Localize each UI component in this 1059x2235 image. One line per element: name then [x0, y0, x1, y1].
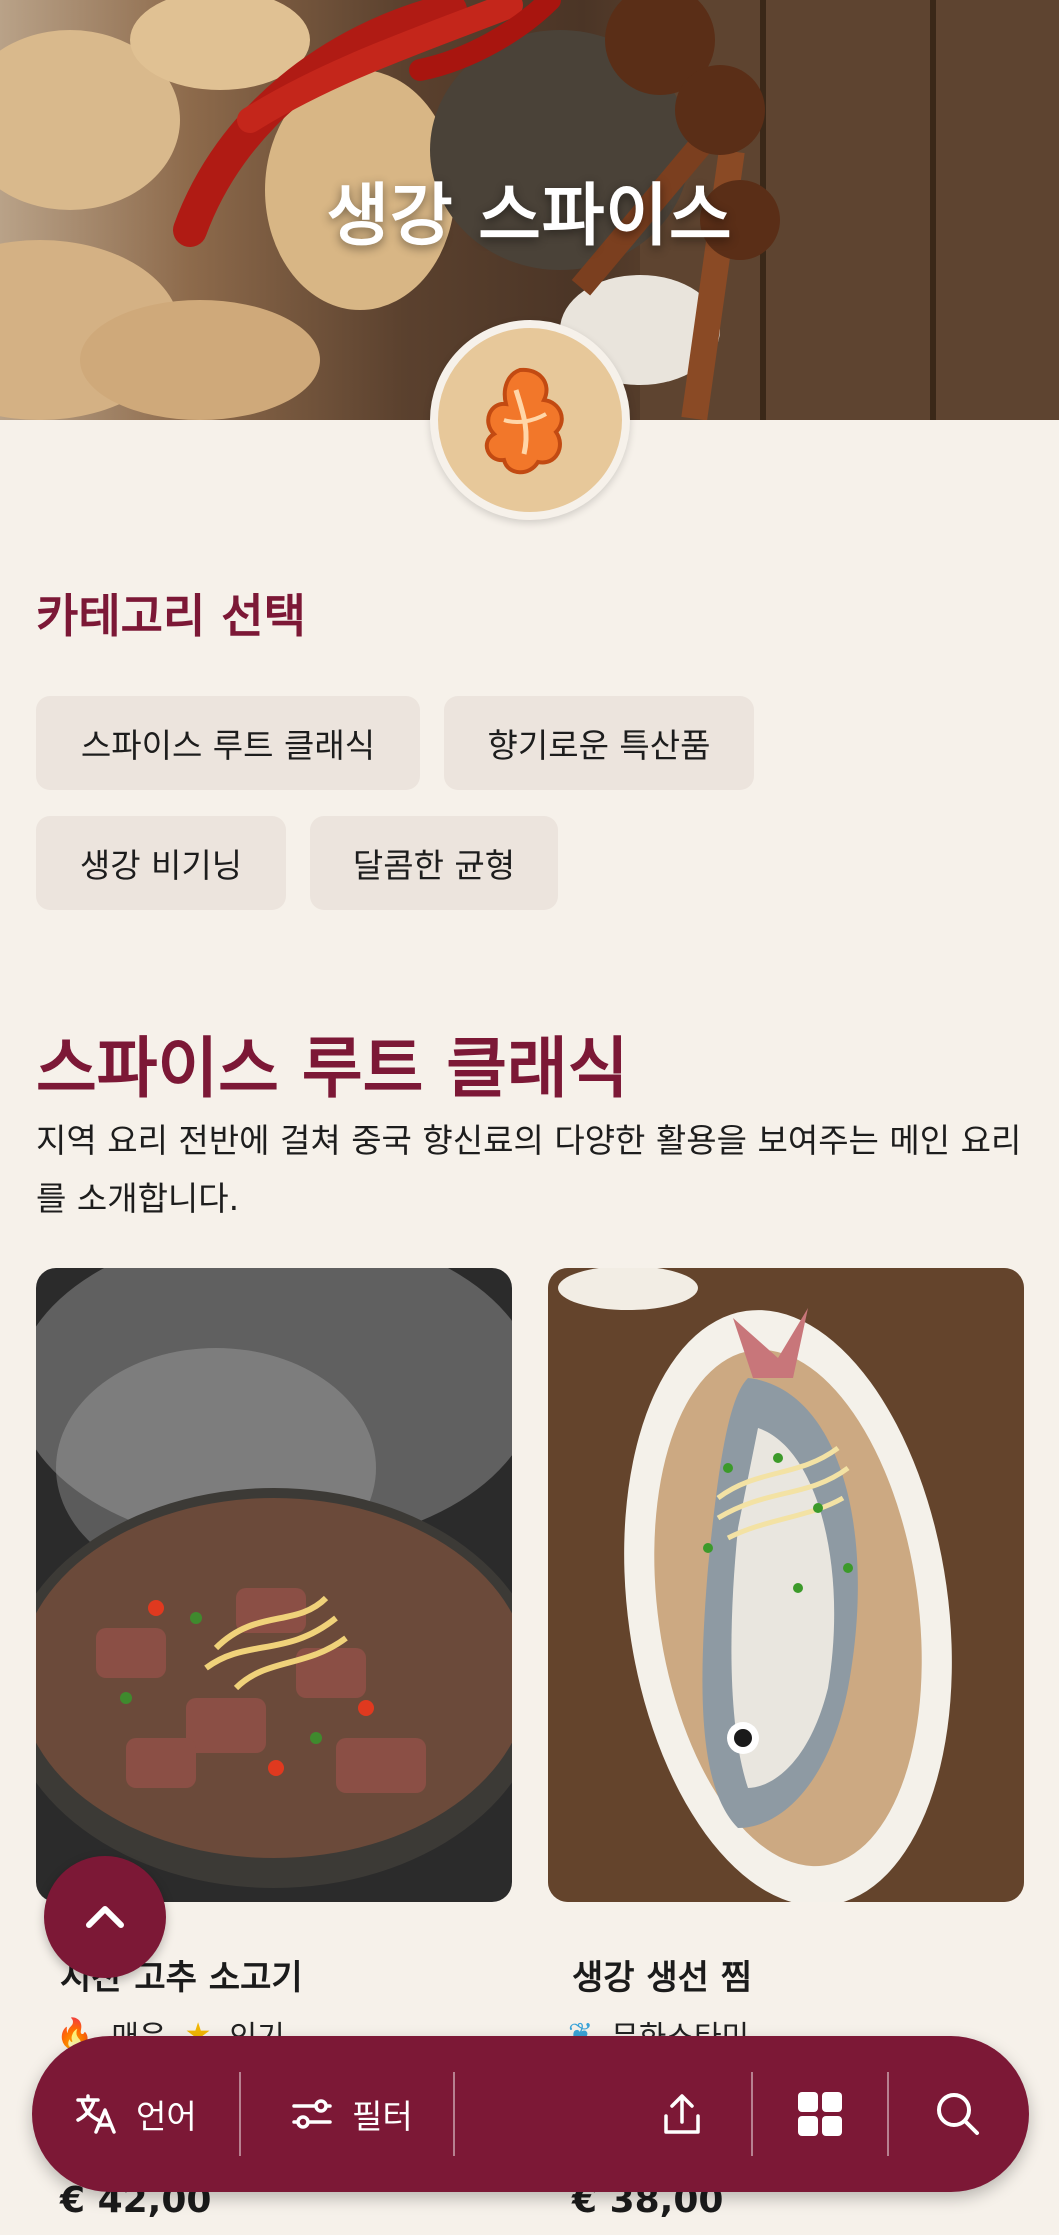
chip-sweet-balance[interactable]: 달콤한 균형: [310, 816, 558, 910]
divider: [887, 2072, 889, 2156]
share-icon: [664, 2094, 700, 2134]
page-title: 생강 스파이스: [326, 177, 733, 256]
filter-icon: [292, 2099, 332, 2129]
share-button[interactable]: [656, 2036, 708, 2192]
scroll-to-top-button[interactable]: [44, 1856, 166, 1978]
filter-button[interactable]: 필터: [288, 2036, 413, 2192]
language-label: 언어: [136, 2097, 197, 2136]
search-icon: [937, 2093, 979, 2135]
bottom-action-bar: 언어 필터: [32, 2036, 1029, 2192]
category-selection-heading: 카테고리 선택: [36, 589, 306, 643]
divider: [239, 2072, 241, 2156]
search-button[interactable]: [932, 2036, 984, 2192]
dish-card-image[interactable]: [548, 1268, 1024, 1902]
filter-label: 필터: [352, 2097, 413, 2136]
dish-name: 생강 생선 찜: [572, 1958, 753, 1998]
restaurant-logo: [430, 320, 630, 520]
grid-view-button[interactable]: [794, 2036, 846, 2192]
chevron-up-icon: [86, 1906, 124, 1928]
divider: [453, 2072, 455, 2156]
ginger-icon: [484, 367, 564, 475]
divider: [751, 2072, 753, 2156]
category-title: 스파이스 루트 클래식: [36, 1030, 629, 1107]
grid-icon: [798, 2092, 842, 2136]
beef-dish-photo: [36, 1268, 512, 1902]
chip-spice-root-classic[interactable]: 스파이스 루트 클래식: [36, 696, 420, 790]
fish-dish-photo: [548, 1268, 1024, 1902]
chip-aromatic-specialties[interactable]: 향기로운 특산품: [444, 696, 754, 790]
category-description: 지역 요리 전반에 걸쳐 중국 향신료의 다양한 활용을 보여주는 메인 요리를…: [36, 1121, 1022, 1218]
language-button[interactable]: 언어: [72, 2036, 197, 2192]
dish-card-image[interactable]: [36, 1268, 512, 1902]
chip-ginger-beginning[interactable]: 생강 비기닝: [36, 816, 286, 910]
translate-icon: [76, 2094, 116, 2134]
